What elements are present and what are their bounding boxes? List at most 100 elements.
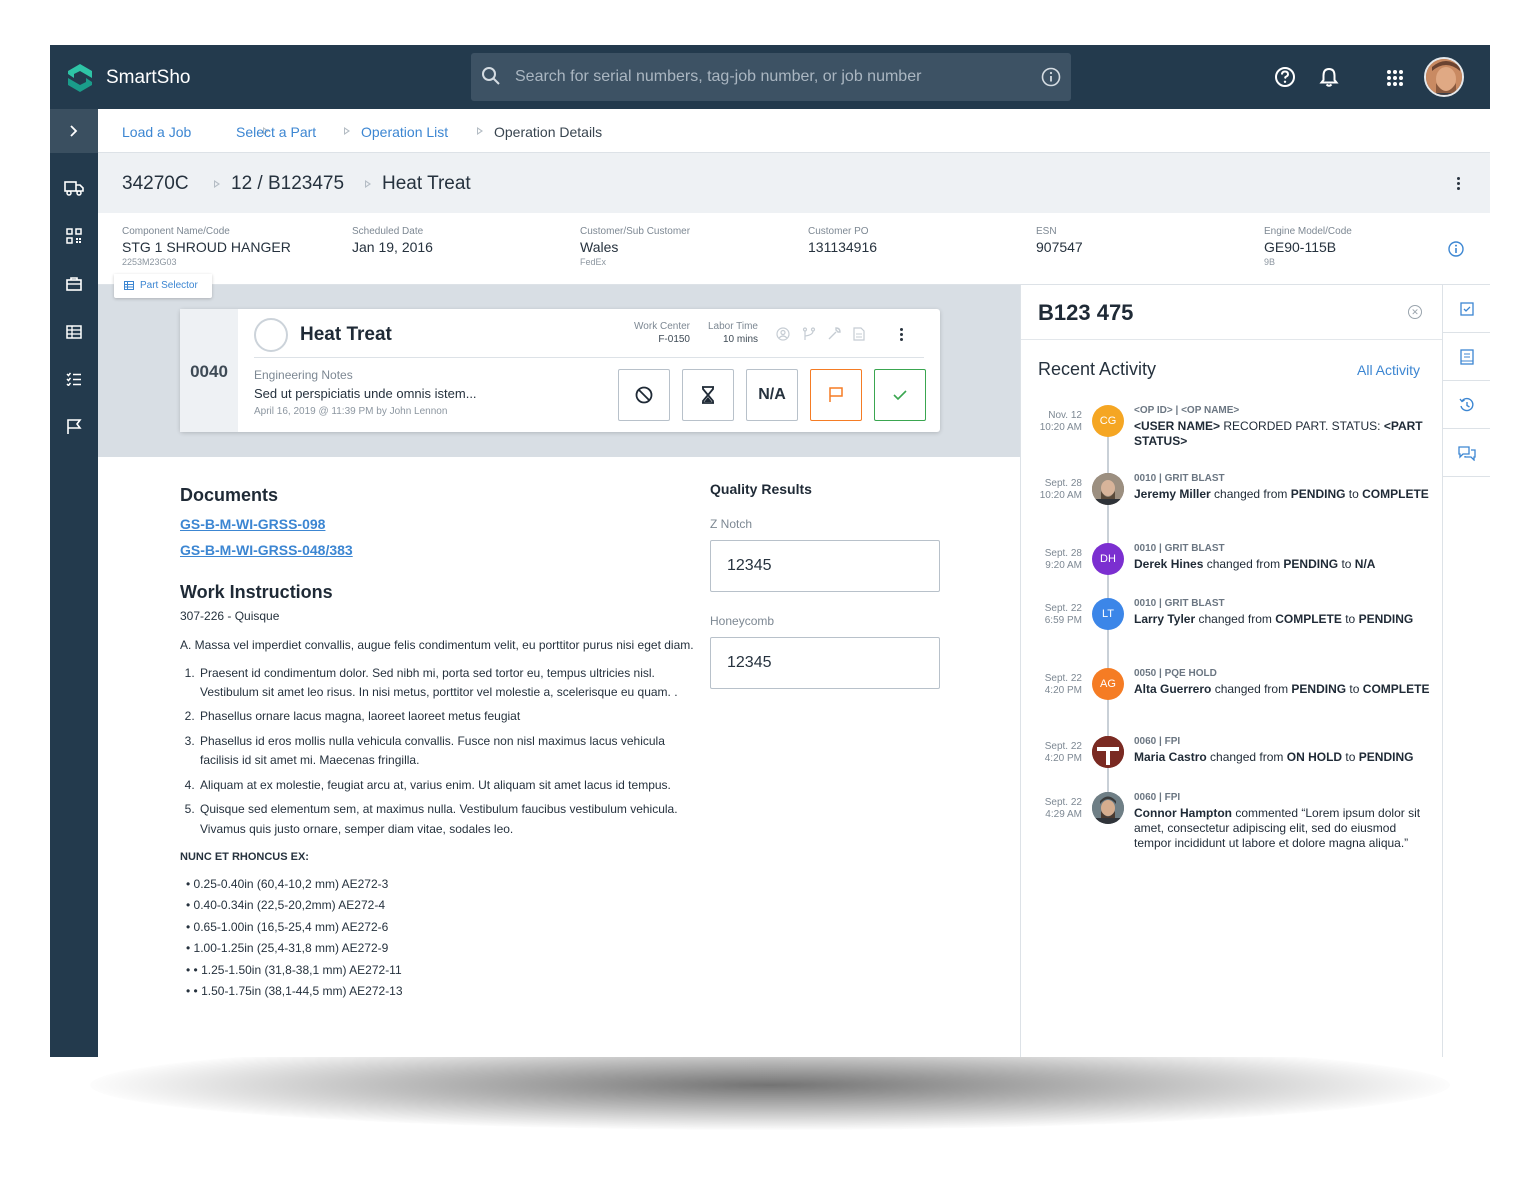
- briefcase-icon[interactable]: [66, 276, 82, 292]
- scheduled-date-label: Scheduled Date: [352, 226, 424, 237]
- activity-status: PENDING: [1290, 487, 1346, 501]
- job-info-row: Component Name/Code STG 1 SHROUD HANGER …: [98, 213, 1490, 285]
- user-icon[interactable]: [776, 327, 790, 341]
- tab-notes[interactable]: [1443, 333, 1490, 381]
- size-list-item: 0.40-0.34in (22,5-20,2mm) AE272-4: [186, 896, 700, 915]
- z-notch-input[interactable]: [710, 540, 940, 592]
- flag-icon[interactable]: [66, 419, 82, 435]
- avatar-photo: [1092, 792, 1124, 824]
- honeycomb-input[interactable]: [710, 637, 940, 689]
- size-list: 0.25-0.40in (60,4-10,2 mm) AE272-3 0.40-…: [186, 875, 700, 1002]
- operation-name: Heat Treat: [382, 173, 471, 194]
- activity-op: 0010 | GRIT BLAST: [1134, 598, 1225, 609]
- activity-action: to: [1346, 682, 1363, 696]
- esn-value: 907547: [1036, 239, 1083, 255]
- work-instructions-subtitle: 307-226 - Quisque: [180, 608, 280, 623]
- wrench-icon[interactable]: [827, 327, 841, 341]
- breadcrumb-select-part[interactable]: Select a Part: [236, 124, 316, 140]
- notification-bell-icon[interactable]: [1318, 66, 1340, 88]
- operation-more-menu-icon[interactable]: [900, 328, 904, 343]
- na-button[interactable]: N/A: [746, 369, 798, 421]
- check-icon: [893, 390, 907, 401]
- top-bar: SmartSho: [50, 45, 1490, 109]
- tab-history[interactable]: [1443, 381, 1490, 429]
- wait-button[interactable]: [682, 369, 734, 421]
- activity-date: Sept. 28 9:20 AM: [1029, 548, 1082, 571]
- tab-comments[interactable]: [1443, 429, 1490, 477]
- activity-action: to: [1345, 487, 1363, 501]
- size-list-item: • 1.25-1.50in (31,8-38,1 mm) AE272-11: [186, 961, 700, 980]
- header-separator: [214, 180, 220, 188]
- complete-button[interactable]: [874, 369, 926, 421]
- activity-status: COMPLETE: [1362, 487, 1429, 501]
- labor-time-label: Labor Time: [707, 321, 758, 332]
- avatar: CG: [1092, 405, 1124, 437]
- activity-time: 4:29 AM: [1045, 808, 1082, 820]
- recent-activity-heading: Recent Activity: [1038, 359, 1157, 379]
- part-selector-button[interactable]: Part Selector: [114, 274, 212, 298]
- activity-time: 6:59 PM: [1044, 614, 1082, 626]
- search-icon: [482, 67, 500, 85]
- document-link[interactable]: GS-B-M-WI-GRSS-098: [180, 513, 700, 536]
- activity-text: Larry Tyler changed from COMPLETE to PEN…: [1134, 612, 1432, 627]
- document-icon[interactable]: [853, 327, 865, 341]
- component-field: Component Name/Code STG 1 SHROUD HANGER …: [122, 226, 291, 267]
- tab-checklist[interactable]: [1443, 285, 1490, 333]
- esn-label: ESN: [1036, 226, 1057, 237]
- flag-button[interactable]: [810, 369, 862, 421]
- info-icon[interactable]: [1448, 241, 1464, 257]
- activity-day: Sept. 28: [1044, 478, 1082, 489]
- truck-icon[interactable]: [64, 179, 84, 197]
- avatar: AG: [1092, 668, 1124, 700]
- component-value: STG 1 SHROUD HANGER: [122, 239, 291, 255]
- user-avatar[interactable]: [1424, 57, 1464, 97]
- quality-results: Quality Results Z Notch Honeycomb: [710, 481, 940, 689]
- engine-code-value: 9B: [1264, 257, 1276, 267]
- qr-code-icon[interactable]: [66, 228, 82, 244]
- all-activity-link[interactable]: All Activity: [1357, 362, 1420, 378]
- chevron-right-icon: [70, 125, 78, 137]
- sub-customer-value: FedEx: [580, 257, 607, 267]
- customer-value: Wales: [580, 239, 619, 255]
- info-icon[interactable]: [1041, 67, 1061, 87]
- block-icon: [635, 386, 653, 404]
- labor-time-value: 10 mins: [722, 334, 758, 345]
- activity-op: 0060 | FPI: [1134, 736, 1181, 747]
- search-input[interactable]: [515, 65, 1025, 89]
- scheduled-date-field: Scheduled Date Jan 19, 2016: [352, 226, 433, 255]
- breadcrumb-operation-list[interactable]: Operation List: [361, 124, 448, 140]
- avatar-photo: [1092, 736, 1124, 768]
- block-button[interactable]: [618, 369, 670, 421]
- activity-day: Sept. 22: [1044, 603, 1082, 614]
- operation-number: 0040: [180, 309, 238, 432]
- part-number: 12 / B123475: [231, 173, 345, 194]
- activity-day: Sept. 22: [1044, 797, 1082, 808]
- checklist-icon[interactable]: [66, 372, 82, 386]
- breadcrumb-load-job[interactable]: Load a Job: [122, 124, 191, 140]
- smartsho-logo-icon: [68, 64, 92, 92]
- activity-status: N/A: [1354, 557, 1376, 571]
- hourglass-icon: [702, 386, 714, 404]
- expand-nav-button[interactable]: [50, 109, 98, 153]
- document-link[interactable]: GS-B-M-WI-GRSS-048/383: [180, 539, 700, 562]
- activity-action: changed from: [1211, 682, 1292, 696]
- activity-panel: B123 475 ✕ Recent Activity All Activity …: [1020, 285, 1442, 1057]
- help-icon[interactable]: [1274, 66, 1296, 88]
- close-icon[interactable]: ✕: [1408, 305, 1422, 319]
- global-search[interactable]: [471, 53, 1071, 101]
- documents-heading: Documents: [180, 485, 279, 505]
- activity-op: 0050 | PQE HOLD: [1134, 668, 1217, 679]
- activity-op: 0010 | GRIT BLAST: [1134, 473, 1225, 484]
- activity-op: 0060 | FPI: [1134, 792, 1181, 803]
- table-icon[interactable]: [66, 325, 82, 339]
- activity-text: Jeremy Miller changed from PENDING to CO…: [1134, 487, 1432, 502]
- job-more-menu-icon[interactable]: [1457, 177, 1461, 192]
- branch-icon[interactable]: [802, 327, 816, 341]
- operation-status-circle[interactable]: [254, 318, 288, 352]
- engineering-notes-text[interactable]: Sed ut perspiciatis unde omnis istem...: [254, 386, 477, 401]
- notebook-icon: [1460, 348, 1474, 365]
- history-icon: [1459, 397, 1474, 411]
- work-center-value: F-0150: [658, 334, 690, 345]
- activity-text: Derek Hines changed from PENDING to N/A: [1134, 557, 1432, 572]
- apps-grid-icon[interactable]: [1386, 69, 1404, 87]
